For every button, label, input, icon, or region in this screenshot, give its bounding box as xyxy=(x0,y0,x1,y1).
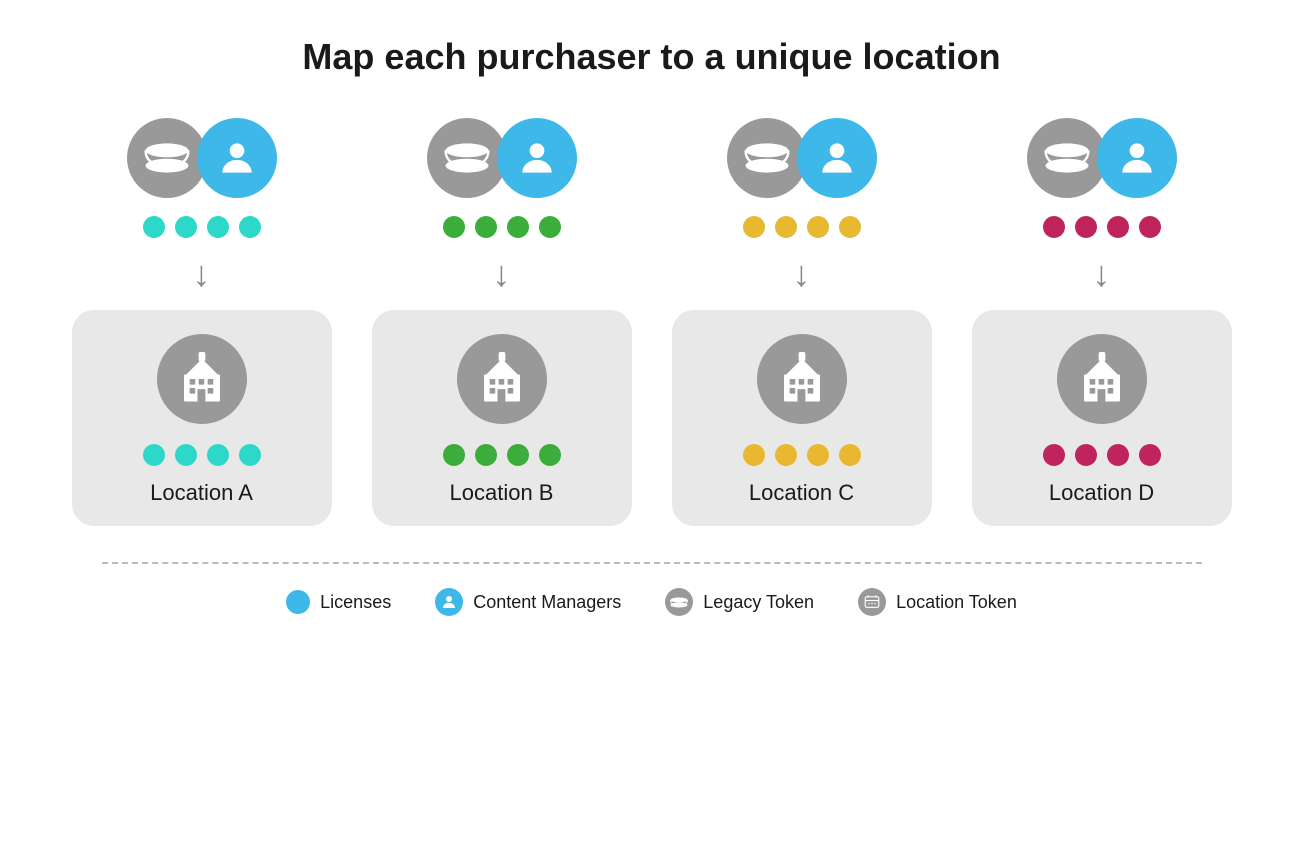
loc-dot-1 xyxy=(475,444,497,466)
building-icon xyxy=(157,334,247,424)
person-icon xyxy=(197,118,277,198)
top-icons-d xyxy=(1027,118,1177,198)
legend-item-location-token: Location Token xyxy=(858,588,1017,616)
loc-dot-3 xyxy=(1139,444,1161,466)
person-icon xyxy=(497,118,577,198)
location-box-b: Location B xyxy=(372,310,632,526)
page-title: Map each purchaser to a unique location xyxy=(302,36,1000,78)
columns-container: ↓ Location A ↓ xyxy=(67,118,1237,526)
legend-item-licenses: Licenses xyxy=(286,590,391,614)
loc-dot-2 xyxy=(1107,444,1129,466)
top-dot-3 xyxy=(239,216,261,238)
top-dot-0 xyxy=(743,216,765,238)
top-dots-b xyxy=(443,216,561,238)
top-dots-a xyxy=(143,216,261,238)
licenses-dot xyxy=(286,590,310,614)
column-a: ↓ Location A xyxy=(67,118,337,526)
location-dots-d xyxy=(1043,444,1161,466)
location-label-c: Location C xyxy=(749,480,854,506)
loc-dot-3 xyxy=(239,444,261,466)
top-dot-0 xyxy=(443,216,465,238)
column-d: ↓ Location D xyxy=(967,118,1237,526)
location-dots-b xyxy=(443,444,561,466)
top-dot-2 xyxy=(807,216,829,238)
token-icon xyxy=(727,118,807,198)
person-icon xyxy=(797,118,877,198)
arrow-down: ↓ xyxy=(193,256,211,292)
location-token-icon xyxy=(858,588,886,616)
token-icon xyxy=(127,118,207,198)
location-box-c: Location C xyxy=(672,310,932,526)
loc-dot-2 xyxy=(207,444,229,466)
arrow-down: ↓ xyxy=(1093,256,1111,292)
loc-dot-2 xyxy=(507,444,529,466)
column-c: ↓ Location C xyxy=(667,118,937,526)
top-icons-a xyxy=(127,118,277,198)
building-icon xyxy=(1057,334,1147,424)
top-dot-1 xyxy=(775,216,797,238)
loc-dot-0 xyxy=(743,444,765,466)
top-dot-1 xyxy=(1075,216,1097,238)
loc-dot-0 xyxy=(443,444,465,466)
legend-item-content-managers: Content Managers xyxy=(435,588,621,616)
top-dots-d xyxy=(1043,216,1161,238)
top-dot-1 xyxy=(475,216,497,238)
top-dot-2 xyxy=(507,216,529,238)
column-b: ↓ Location B xyxy=(367,118,637,526)
arrow-down: ↓ xyxy=(793,256,811,292)
top-dots-c xyxy=(743,216,861,238)
location-label-d: Location D xyxy=(1049,480,1154,506)
location-dots-a xyxy=(143,444,261,466)
loc-dot-3 xyxy=(539,444,561,466)
top-dot-2 xyxy=(207,216,229,238)
building-icon xyxy=(457,334,547,424)
loc-dot-1 xyxy=(775,444,797,466)
content-managers-icon xyxy=(435,588,463,616)
loc-dot-1 xyxy=(1075,444,1097,466)
top-dot-0 xyxy=(143,216,165,238)
location-box-a: Location A xyxy=(72,310,332,526)
top-icons-c xyxy=(727,118,877,198)
location-label-b: Location B xyxy=(450,480,554,506)
legacy-token-icon xyxy=(665,588,693,616)
building-icon xyxy=(757,334,847,424)
loc-dot-0 xyxy=(1043,444,1065,466)
loc-dot-3 xyxy=(839,444,861,466)
divider xyxy=(102,562,1202,564)
token-icon xyxy=(1027,118,1107,198)
top-dot-3 xyxy=(1139,216,1161,238)
top-dot-3 xyxy=(839,216,861,238)
top-dot-2 xyxy=(1107,216,1129,238)
location-token-label: Location Token xyxy=(896,592,1017,613)
top-dot-0 xyxy=(1043,216,1065,238)
licenses-label: Licenses xyxy=(320,592,391,613)
top-dot-1 xyxy=(175,216,197,238)
top-icons-b xyxy=(427,118,577,198)
loc-dot-0 xyxy=(143,444,165,466)
loc-dot-2 xyxy=(807,444,829,466)
location-label-a: Location A xyxy=(150,480,253,506)
person-icon xyxy=(1097,118,1177,198)
legacy-token-label: Legacy Token xyxy=(703,592,814,613)
legend-item-legacy-token: Legacy Token xyxy=(665,588,814,616)
location-dots-c xyxy=(743,444,861,466)
arrow-down: ↓ xyxy=(493,256,511,292)
content-managers-label: Content Managers xyxy=(473,592,621,613)
legend: Licenses Content Managers Legacy Token xyxy=(286,588,1017,616)
token-icon xyxy=(427,118,507,198)
loc-dot-1 xyxy=(175,444,197,466)
location-box-d: Location D xyxy=(972,310,1232,526)
top-dot-3 xyxy=(539,216,561,238)
